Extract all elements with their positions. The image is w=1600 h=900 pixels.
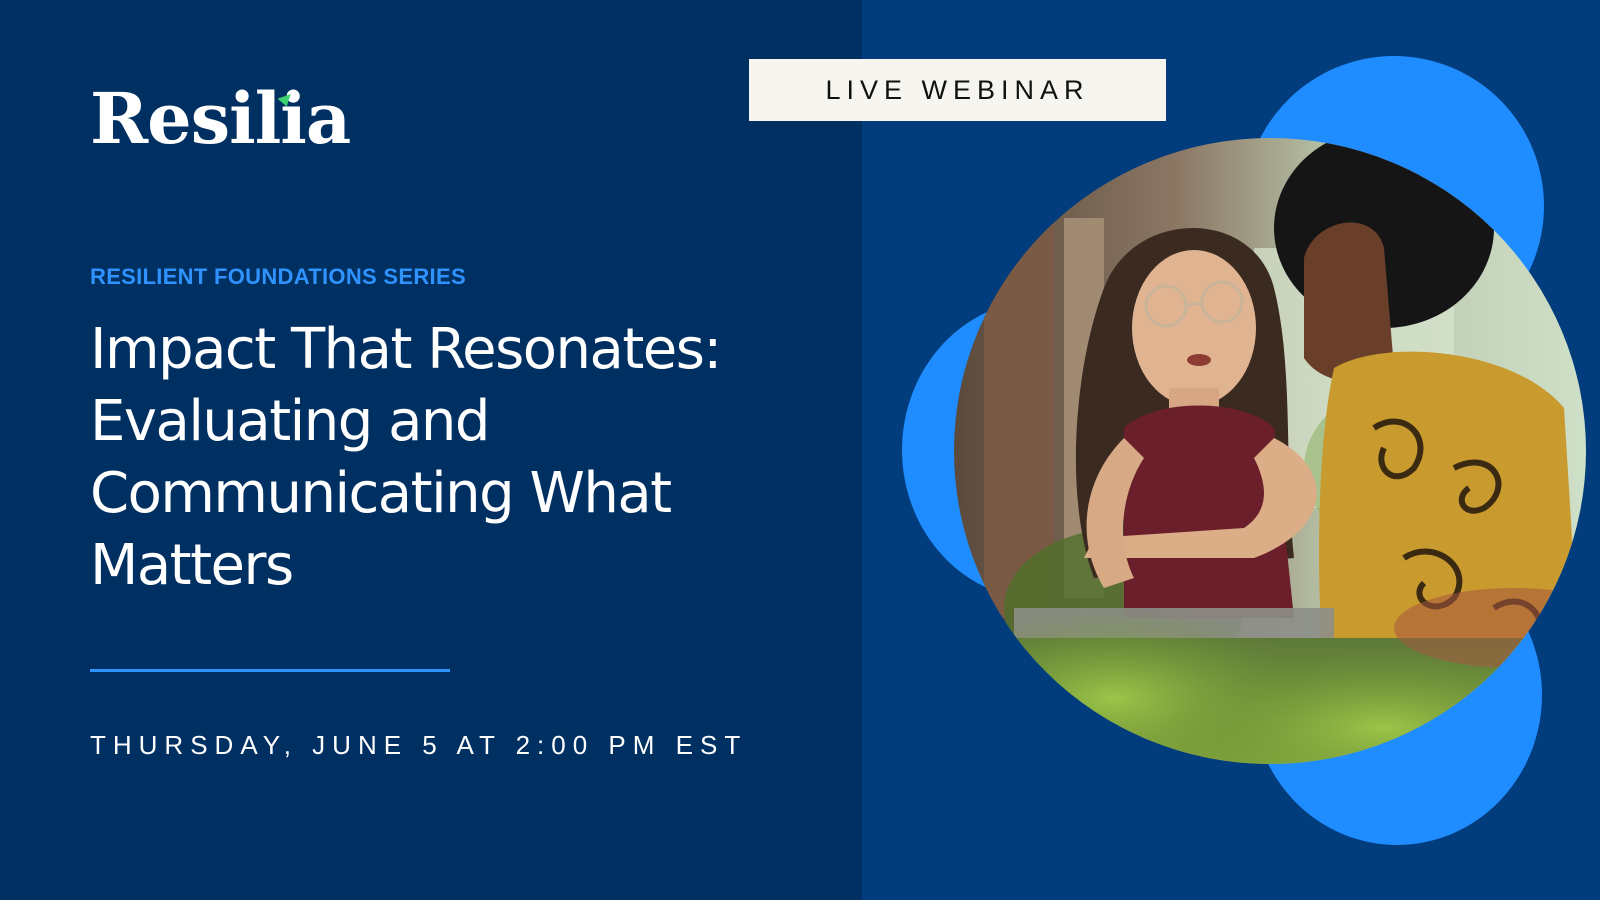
resilia-logo: Resilia	[90, 77, 351, 160]
webinar-photo	[954, 138, 1586, 764]
series-label: RESILIENT FOUNDATIONS SERIES	[90, 264, 466, 289]
photo-illustration	[954, 138, 1586, 764]
title-line: Matters	[90, 533, 294, 598]
divider-line	[90, 669, 450, 672]
title-line: Evaluating and	[90, 389, 490, 454]
live-webinar-badge: LIVE WEBINAR	[749, 59, 1166, 121]
title-line: Communicating What	[90, 461, 672, 526]
title-line: Impact That Resonates:	[90, 317, 722, 382]
event-date: THURSDAY, JUNE 5 AT 2:00 PM EST	[90, 730, 748, 760]
webinar-title: Impact That Resonates: Evaluating and Co…	[90, 314, 830, 602]
left-panel: Resilia RESILIENT FOUNDATIONS SERIES Imp…	[0, 0, 862, 900]
